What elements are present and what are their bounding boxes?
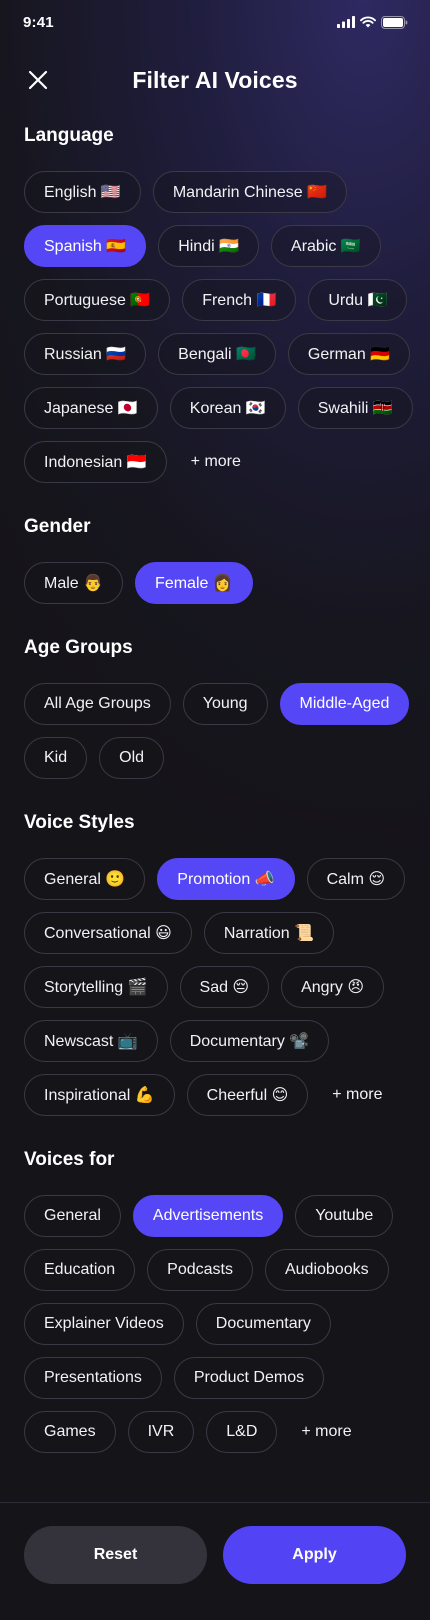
section-age-groups: Age Groups All Age Groups Young Middle-Aged… <box>24 636 414 779</box>
filter-chip[interactable]: Hindi 🇮🇳 <box>158 225 260 267</box>
filter-chip[interactable]: Youtube <box>295 1195 394 1237</box>
chip-group: English 🇺🇸 Mandarin Chinese 🇨🇳 Spanish 🇪🇸 H… <box>24 171 414 483</box>
filter-chip[interactable]: Explainer Videos <box>24 1303 184 1345</box>
filter-chip[interactable]: Promotion 📣 <box>157 858 295 900</box>
filter-chip[interactable]: Korean 🇰🇷 <box>169 387 286 429</box>
filter-chip[interactable]: French 🇫🇷 <box>182 279 297 321</box>
section-title: Gender <box>24 516 91 537</box>
more-button[interactable]: + more <box>179 441 253 483</box>
filter-chip[interactable]: General 🙂 <box>24 858 146 900</box>
status-icons <box>337 15 408 29</box>
close-icon <box>28 70 48 90</box>
filter-chip[interactable]: Kid <box>24 737 88 779</box>
chip-group: General 🙂 Promotion 📣 Calm 😌 Conversational… <box>24 858 414 1116</box>
apply-button[interactable]: Apply <box>223 1526 406 1584</box>
filter-chip[interactable]: Audiobooks <box>264 1249 389 1291</box>
footer-divider <box>0 1502 430 1503</box>
section-title: Voice Styles <box>24 812 135 833</box>
filter-chip[interactable]: Documentary 📽️ <box>169 1020 330 1062</box>
page-title: Filter AI Voices <box>132 66 298 93</box>
filter-chip[interactable]: Education <box>24 1249 136 1291</box>
status-time: 9:41 <box>23 13 54 31</box>
section-language: Language English 🇺🇸 Mandarin Chinese 🇨🇳 Spa… <box>24 124 414 483</box>
wifi-icon <box>360 16 376 28</box>
filter-chip[interactable]: English 🇺🇸 <box>24 171 141 213</box>
filter-chip[interactable]: Games <box>24 1411 116 1453</box>
status-bar: 9:41 <box>0 0 430 44</box>
filter-chip[interactable]: Russian 🇷🇺 <box>24 333 147 375</box>
chip-group: All Age Groups Young Middle-Aged Kid Old <box>24 683 414 779</box>
filter-chip[interactable]: Middle-Aged <box>279 683 410 725</box>
chip-group: General Advertisements Youtube Education Pod… <box>24 1195 414 1453</box>
section-voice-styles: Voice Styles General 🙂 Promotion 📣 Calm 😌 Co… <box>24 811 414 1116</box>
filter-chip[interactable]: Old <box>99 737 165 779</box>
filter-chip[interactable]: Bengali 🇧🇩 <box>158 333 276 375</box>
filter-chip[interactable]: Young <box>182 683 268 725</box>
filter-chip[interactable]: German 🇩🇪 <box>287 333 411 375</box>
filter-chip[interactable]: General <box>24 1195 121 1237</box>
filter-chip[interactable]: Sad 😔 <box>179 966 270 1008</box>
more-button[interactable]: + more <box>289 1411 363 1453</box>
filter-chip[interactable]: Narration 📜 <box>203 912 335 954</box>
filter-chip[interactable]: Conversational 😃 <box>24 912 192 954</box>
filter-chip[interactable]: L&D <box>206 1411 278 1453</box>
section-gender: Gender Male 👨 Female 👩 <box>24 515 414 604</box>
filter-chip[interactable]: Cheerful 😊 <box>186 1074 309 1116</box>
reset-button[interactable]: Reset <box>24 1526 207 1584</box>
filter-chip[interactable]: Newscast 📺 <box>24 1020 158 1062</box>
filter-chip[interactable]: Advertisements <box>132 1195 284 1237</box>
header: Filter AI Voices <box>0 60 430 100</box>
section-title: Voices for <box>24 1149 115 1170</box>
section-voices-for: Voices for General Advertisements Youtube Ed… <box>24 1148 414 1453</box>
filter-chip[interactable]: Mandarin Chinese 🇨🇳 <box>152 171 348 213</box>
section-title: Language <box>24 125 114 146</box>
signal-icon <box>337 16 355 28</box>
filter-chip[interactable]: Swahili 🇰🇪 <box>297 387 413 429</box>
footer-actions: Reset Apply <box>24 1526 406 1584</box>
filter-chip[interactable]: Arabic 🇸🇦 <box>271 225 381 267</box>
filter-chip[interactable]: Female 👩 <box>135 562 253 604</box>
section-title: Age Groups <box>24 637 133 658</box>
close-button[interactable] <box>24 68 52 92</box>
filter-chip[interactable]: IVR <box>127 1411 195 1453</box>
battery-icon <box>381 15 408 29</box>
filter-chip[interactable]: All Age Groups <box>24 683 171 725</box>
filter-chip[interactable]: Inspirational 💪 <box>24 1074 175 1116</box>
filter-chip[interactable]: Male 👨 <box>24 562 124 604</box>
chip-group: Male 👨 Female 👩 <box>24 562 414 604</box>
filter-chip[interactable]: Product Demos <box>173 1357 325 1399</box>
filter-chip[interactable]: Portuguese 🇵🇹 <box>24 279 171 321</box>
more-button[interactable]: + more <box>320 1074 394 1116</box>
filter-sections: Language English 🇺🇸 Mandarin Chinese 🇨🇳 Spa… <box>24 124 414 1485</box>
filter-chip[interactable]: Podcasts <box>147 1249 253 1291</box>
filter-chip[interactable]: Storytelling 🎬 <box>24 966 168 1008</box>
filter-chip[interactable]: Presentations <box>24 1357 162 1399</box>
filter-chip[interactable]: Calm 😌 <box>306 858 406 900</box>
filter-chip[interactable]: Angry 😠 <box>281 966 385 1008</box>
filter-chip[interactable]: Spanish 🇪🇸 <box>24 225 147 267</box>
filter-chip[interactable]: Documentary <box>195 1303 331 1345</box>
filter-chip[interactable]: Japanese 🇯🇵 <box>24 387 158 429</box>
filter-chip[interactable]: Indonesian 🇮🇩 <box>24 441 167 483</box>
filter-chip[interactable]: Urdu 🇵🇰 <box>308 279 408 321</box>
